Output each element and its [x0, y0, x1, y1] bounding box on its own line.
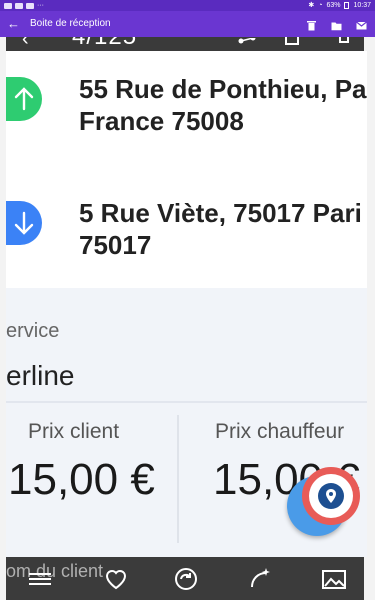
app-header: ← Boite de réception — [0, 11, 375, 37]
service-label: ervice — [6, 320, 60, 342]
mark-unread-icon[interactable] — [356, 18, 367, 30]
client-price-value: 15,00 € — [8, 455, 155, 504]
notification-icons: ··· — [4, 0, 44, 11]
mail-notification-icon — [26, 2, 34, 9]
image-viewer-toolbar: ‹ 4/125 — [6, 37, 364, 51]
divider — [6, 401, 367, 403]
edit-image-icon[interactable] — [320, 565, 348, 593]
more-notifications-icon: ··· — [37, 2, 44, 9]
image-counter: 4/125 — [72, 37, 137, 51]
price-divider — [177, 415, 179, 543]
gallery-notification-icon — [4, 2, 12, 9]
viewer-bottom-toolbar: om du client — [6, 557, 364, 600]
move-to-folder-icon[interactable] — [331, 18, 342, 31]
bluetooth-icon: ✱ — [308, 2, 315, 9]
page-title: Boite de réception — [30, 18, 111, 29]
client-name-label: om du client — [6, 561, 104, 581]
wifi-icon: ◔ — [318, 2, 323, 9]
service-value: erline — [6, 360, 75, 391]
pickup-arrow-up-icon — [6, 77, 42, 121]
enhance-icon[interactable] — [246, 565, 274, 593]
chat-head-button[interactable] — [302, 467, 360, 525]
dropoff-address-line2: 75017 — [79, 230, 152, 260]
favorite-heart-icon[interactable] — [102, 565, 130, 593]
pickup-address-line2: France 75008 — [79, 106, 244, 136]
viewer-more-icon[interactable] — [339, 37, 349, 43]
driver-price-label: Prix chauffeur — [215, 420, 345, 443]
location-pin-icon — [326, 489, 336, 503]
clock: 10:37 — [353, 2, 371, 9]
battery-icon — [344, 2, 350, 9]
rotate-icon[interactable] — [172, 565, 200, 593]
delete-icon[interactable] — [306, 18, 317, 31]
status-bar: ··· ✱ ◔ 63% 10:37 — [0, 0, 375, 11]
share-icon[interactable] — [238, 37, 256, 51]
pickup-address-line1: 55 Rue de Ponthieu, Pa — [79, 74, 367, 104]
back-arrow-icon[interactable]: ← — [7, 16, 20, 32]
viewer-delete-icon[interactable] — [285, 37, 299, 45]
menu-icon[interactable] — [26, 565, 54, 593]
client-price-label: Prix client — [28, 420, 120, 443]
app-notification-icon — [15, 2, 23, 9]
battery-percent: 63% — [326, 2, 341, 9]
dropoff-arrow-down-icon — [6, 201, 42, 245]
viewer-back-icon[interactable]: ‹ — [22, 37, 29, 51]
dropoff-address-line1: 5 Rue Viète, 75017 Pari — [79, 198, 362, 228]
